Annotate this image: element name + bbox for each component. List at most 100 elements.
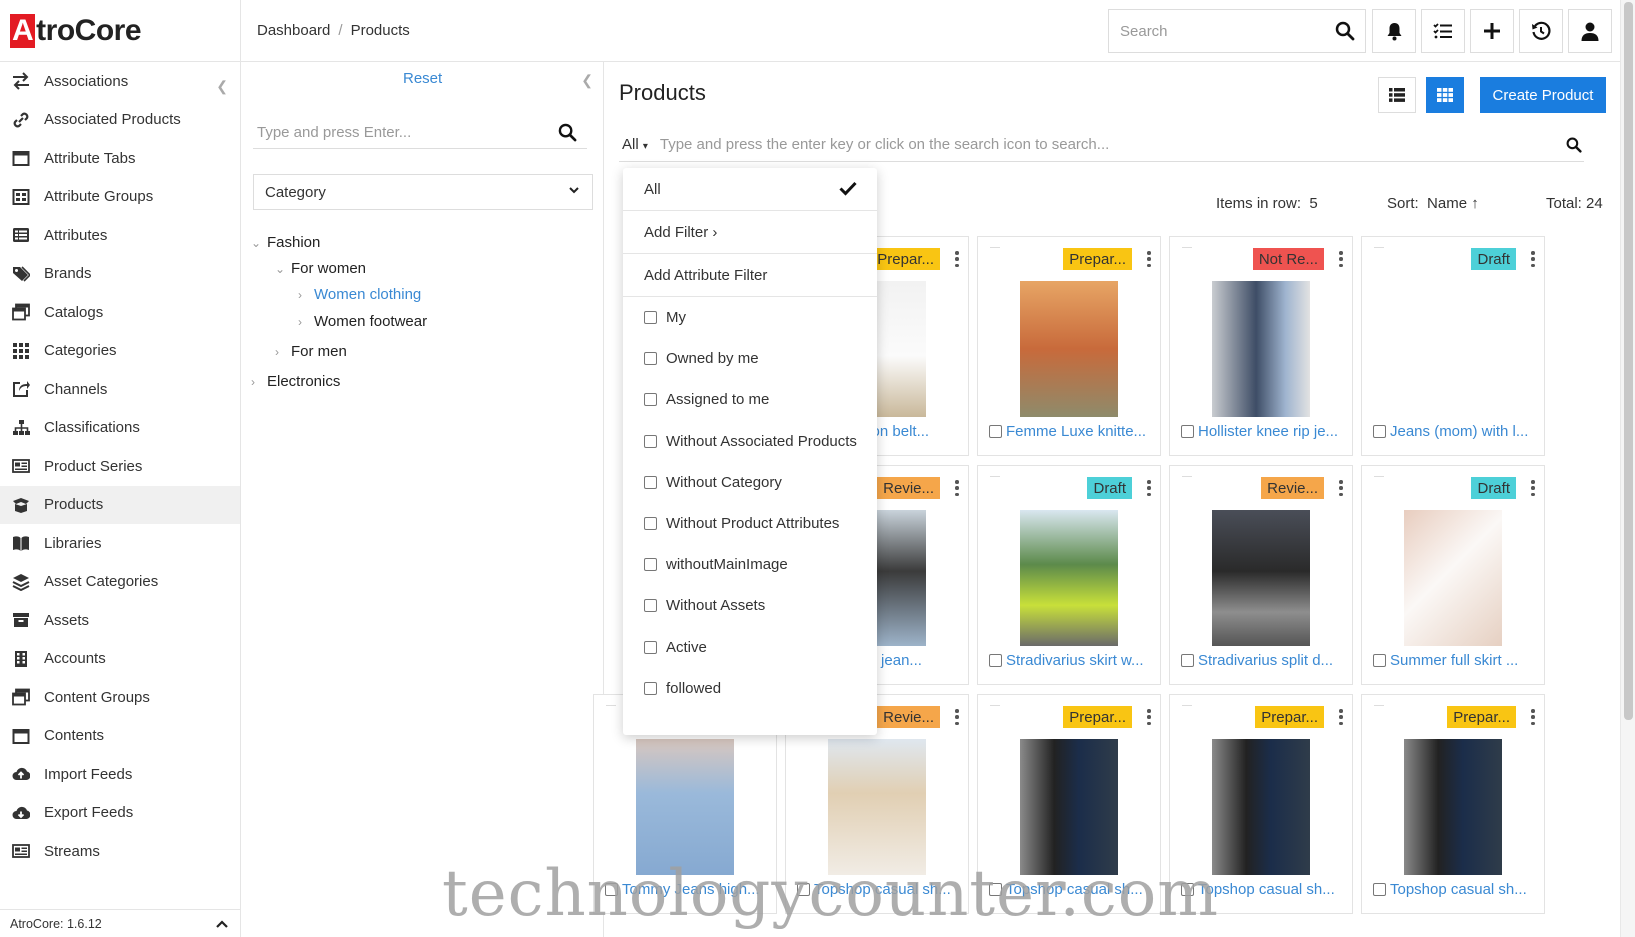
drag-handle[interactable] xyxy=(1182,476,1192,478)
filter-option-without-category[interactable]: Without Category xyxy=(623,462,877,503)
tree-node-for-women[interactable]: ⌄ For women xyxy=(275,260,366,277)
filter-option-followed[interactable]: followed xyxy=(623,668,877,709)
nav-item-associations[interactable]: Associations xyxy=(0,62,240,101)
scope-select[interactable]: Category xyxy=(253,174,593,210)
more-options-icon[interactable] xyxy=(954,251,960,267)
product-search-input[interactable] xyxy=(659,136,1540,153)
notifications-button[interactable] xyxy=(1372,9,1416,53)
add-attribute-filter[interactable]: Add Attribute Filter xyxy=(623,254,877,297)
product-image[interactable] xyxy=(1404,739,1502,875)
drag-handle[interactable] xyxy=(1374,247,1384,249)
nav-item-attribute-tabs[interactable]: Attribute Tabs xyxy=(0,139,240,178)
product-image[interactable] xyxy=(1212,510,1310,646)
nav-item-product-series[interactable]: Product Series xyxy=(0,447,240,486)
chevron-up-icon[interactable] xyxy=(216,919,228,928)
checkbox[interactable] xyxy=(644,599,657,613)
more-options-icon[interactable] xyxy=(1530,480,1536,496)
checkbox[interactable] xyxy=(644,517,657,531)
sort-control[interactable]: Sort: Name ↑ xyxy=(1387,195,1479,212)
checkbox[interactable] xyxy=(644,434,657,448)
filter-option-my[interactable]: My xyxy=(623,297,877,338)
filter-all[interactable]: All xyxy=(623,168,877,211)
more-options-icon[interactable] xyxy=(1338,480,1344,496)
product-card[interactable]: Draft Stradivarius skirt w... xyxy=(977,465,1161,685)
nav-item-assets[interactable]: Assets xyxy=(0,601,240,640)
checkbox[interactable] xyxy=(989,654,1002,667)
more-options-icon[interactable] xyxy=(1530,709,1536,725)
product-card[interactable]: Revie... Stradivarius split d... xyxy=(1169,465,1353,685)
product-card[interactable]: Prepar... Femme Luxe knitte... xyxy=(977,236,1161,456)
checkbox[interactable] xyxy=(644,393,657,407)
filter-option-assigned-to-me[interactable]: Assigned to me xyxy=(623,379,877,420)
filter-option-withoutmainimage[interactable]: withoutMainImage xyxy=(623,544,877,585)
add-filter[interactable]: Add Filter › xyxy=(623,211,877,254)
nav-item-associated-products[interactable]: Associated Products xyxy=(0,101,240,140)
drag-handle[interactable] xyxy=(1374,476,1384,478)
checkbox[interactable] xyxy=(1181,425,1194,438)
drag-handle[interactable] xyxy=(990,476,1000,478)
tree-node-women-clothing[interactable]: › Women clothing xyxy=(298,286,421,303)
drag-handle[interactable] xyxy=(606,705,616,707)
product-image[interactable] xyxy=(1020,281,1118,417)
checkbox[interactable] xyxy=(644,681,657,695)
product-card[interactable]: Draft Summer full skirt ... xyxy=(1361,465,1545,685)
checkbox[interactable] xyxy=(644,311,657,325)
list-view-button[interactable] xyxy=(1378,77,1416,113)
more-options-icon[interactable] xyxy=(1338,709,1344,725)
drag-handle[interactable] xyxy=(1374,705,1384,707)
tree-search-input[interactable] xyxy=(257,124,537,141)
product-image[interactable] xyxy=(1212,739,1310,875)
checkbox[interactable] xyxy=(1373,654,1386,667)
drag-handle[interactable] xyxy=(990,705,1000,707)
search-icon[interactable] xyxy=(1335,21,1355,41)
product-image[interactable] xyxy=(1020,510,1118,646)
nav-item-streams[interactable]: Streams xyxy=(0,832,240,871)
nav-item-asset-categories[interactable]: Asset Categories xyxy=(0,563,240,602)
nav-item-classifications[interactable]: Classifications xyxy=(0,409,240,448)
product-image[interactable] xyxy=(828,739,926,875)
tree-node-electronics[interactable]: › Electronics xyxy=(251,373,340,390)
tasks-button[interactable] xyxy=(1421,9,1465,53)
checkbox[interactable] xyxy=(989,425,1002,438)
search-icon[interactable] xyxy=(1566,137,1582,153)
scrollbar-thumb[interactable] xyxy=(1624,2,1633,720)
nav-item-libraries[interactable]: Libraries xyxy=(0,524,240,563)
filter-option-without-associated-products[interactable]: Without Associated Products xyxy=(623,421,877,462)
global-search-input[interactable] xyxy=(1120,22,1320,40)
tree-node-fashion[interactable]: ⌄ Fashion xyxy=(251,234,320,251)
grid-view-button[interactable] xyxy=(1426,77,1464,113)
create-product-button[interactable]: Create Product xyxy=(1480,77,1606,113)
nav-item-brands[interactable]: Brands xyxy=(0,255,240,294)
product-card[interactable]: Prepar... Topshop casual sh... xyxy=(1361,694,1545,914)
product-name-link[interactable]: Jeans (mom) with l... xyxy=(1373,423,1538,440)
quick-create-button[interactable] xyxy=(1470,9,1514,53)
items-in-row[interactable]: Items in row: 5 xyxy=(1216,195,1318,212)
nav-item-content-groups[interactable]: Content Groups xyxy=(0,678,240,717)
product-name-link[interactable]: Stradivarius split d... xyxy=(1181,652,1346,669)
nav-item-catalogs[interactable]: Catalogs xyxy=(0,293,240,332)
drag-handle[interactable] xyxy=(1182,247,1192,249)
checkbox[interactable] xyxy=(1181,654,1194,667)
filter-option-without-product-attributes[interactable]: Without Product Attributes xyxy=(623,503,877,544)
tree-node-for-men[interactable]: › For men xyxy=(275,343,347,360)
more-options-icon[interactable] xyxy=(1146,251,1152,267)
nav-item-export-feeds[interactable]: Export Feeds xyxy=(0,794,240,833)
drag-handle[interactable] xyxy=(990,247,1000,249)
history-button[interactable] xyxy=(1519,9,1563,53)
product-name-link[interactable]: Femme Luxe knitte... xyxy=(989,423,1154,440)
nav-item-attribute-groups[interactable]: Attribute Groups xyxy=(0,178,240,217)
checkbox[interactable] xyxy=(644,558,657,572)
atrocore-logo[interactable]: AtroCore xyxy=(0,0,240,62)
reset-link[interactable]: Reset xyxy=(403,70,442,87)
more-options-icon[interactable] xyxy=(954,480,960,496)
product-name-link[interactable]: Hollister knee rip je... xyxy=(1181,423,1346,440)
search-icon[interactable] xyxy=(558,123,577,142)
nav-item-products[interactable]: Products xyxy=(0,485,240,524)
nav-item-channels[interactable]: Channels xyxy=(0,370,240,409)
collapse-panel-icon[interactable]: ❮ xyxy=(581,72,593,89)
nav-item-accounts[interactable]: Accounts xyxy=(0,640,240,679)
more-options-icon[interactable] xyxy=(954,709,960,725)
product-name-link[interactable]: Topshop casual sh... xyxy=(1373,881,1538,898)
product-card[interactable]: Draft Jeans (mom) with l... xyxy=(1361,236,1545,456)
drag-handle[interactable] xyxy=(1182,705,1192,707)
